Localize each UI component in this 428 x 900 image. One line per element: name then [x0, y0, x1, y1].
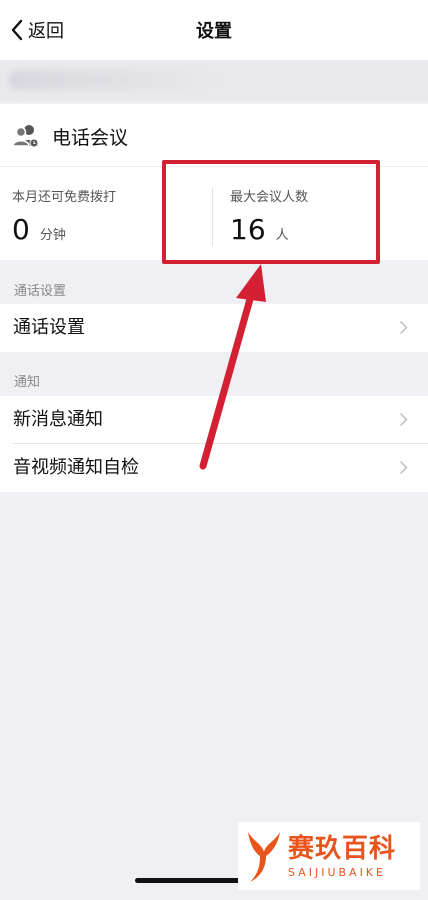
chevron-right-icon [399, 460, 408, 475]
free-minutes-stat: 本月还可免费拨打 0 分钟 [12, 186, 116, 246]
row-call-settings[interactable]: 通话设置 [0, 304, 428, 352]
conference-header: 电话会议 [12, 118, 128, 154]
blurred-account-row [0, 60, 428, 102]
blurred-content [8, 70, 238, 90]
section-header-notifications: 通知 [14, 375, 41, 390]
whale-tail-logo-icon [248, 832, 280, 882]
back-label: 返回 [28, 21, 64, 42]
section-header-call-settings: 通话设置 [14, 284, 67, 299]
annotation-highlight-box [162, 160, 380, 264]
watermark-brand-en: SAIJIUBAIKE [288, 865, 386, 879]
free-minutes-unit: 分钟 [39, 228, 66, 243]
free-minutes-label: 本月还可免费拨打 [12, 190, 117, 205]
back-button[interactable]: 返回 [10, 0, 64, 60]
conference-title: 电话会议 [52, 126, 129, 149]
chevron-right-icon [399, 320, 408, 335]
watermark-brand-cn: 赛玖百科 [288, 833, 397, 864]
row-label: 通话设置 [13, 317, 85, 338]
row-label: 音视频通知自检 [13, 457, 139, 478]
row-av-notification-selfcheck[interactable]: 音视频通知自检 [0, 444, 428, 492]
chevron-left-icon [11, 19, 23, 41]
free-minutes-value: 0 [12, 213, 30, 246]
chevron-right-icon [399, 412, 408, 427]
page-title: 设置 [196, 21, 232, 42]
people-icon [12, 125, 39, 148]
watermark: 赛玖百科 SAIJIUBAIKE [238, 822, 420, 890]
row-label: 新消息通知 [13, 409, 103, 430]
row-new-message-notifications[interactable]: 新消息通知 [0, 396, 428, 444]
navigation-bar: 返回 设置 [0, 0, 428, 60]
